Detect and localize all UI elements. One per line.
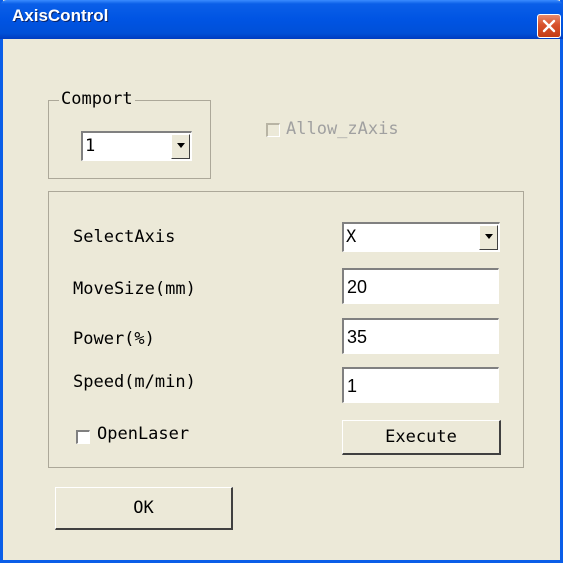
window-title: AxisControl (12, 6, 109, 25)
select-axis-label: SelectAxis (73, 227, 176, 247)
power-label: Power(%) (73, 329, 155, 349)
comport-value: 1 (85, 136, 96, 156)
select-axis-select[interactable]: X (342, 222, 500, 252)
ok-button-label: OK (133, 498, 154, 518)
chevron-down-icon (485, 234, 493, 239)
comport-dropdown-button[interactable] (171, 134, 190, 159)
speed-label: Speed(m/min) (73, 372, 196, 392)
select-axis-value: X (346, 227, 357, 247)
move-size-label: MoveSize(mm) (73, 279, 196, 299)
speed-input[interactable]: 1 (342, 367, 499, 403)
axis-parameters-group: SelectAxis X MoveSize(mm) 20 Power(%) 35… (48, 191, 524, 468)
power-input[interactable]: 35 (342, 318, 499, 354)
open-laser-checkbox[interactable] (76, 430, 90, 444)
close-button[interactable] (537, 14, 561, 38)
power-value: 35 (347, 327, 368, 347)
execute-button-label: Execute (385, 427, 457, 447)
title-bar[interactable]: AxisControl (0, 0, 563, 39)
speed-value: 1 (347, 376, 358, 396)
allow-zaxis-checkbox[interactable] (266, 123, 280, 137)
chevron-down-icon (177, 143, 185, 148)
move-size-input[interactable]: 20 (342, 268, 499, 304)
comport-group-label: Comport (59, 89, 135, 109)
ok-button[interactable]: OK (55, 487, 233, 530)
execute-button[interactable]: Execute (342, 420, 501, 455)
allow-zaxis-label: Allow_zAxis (286, 119, 399, 139)
axis-control-window: AxisControl Comport 1 Allow_zAxis Select… (0, 0, 563, 563)
open-laser-label: OpenLaser (97, 424, 190, 444)
comport-group: Comport 1 (48, 89, 211, 179)
select-axis-dropdown-button[interactable] (479, 225, 498, 250)
close-icon (542, 19, 556, 33)
comport-select[interactable]: 1 (81, 131, 192, 161)
move-size-value: 20 (347, 277, 368, 297)
